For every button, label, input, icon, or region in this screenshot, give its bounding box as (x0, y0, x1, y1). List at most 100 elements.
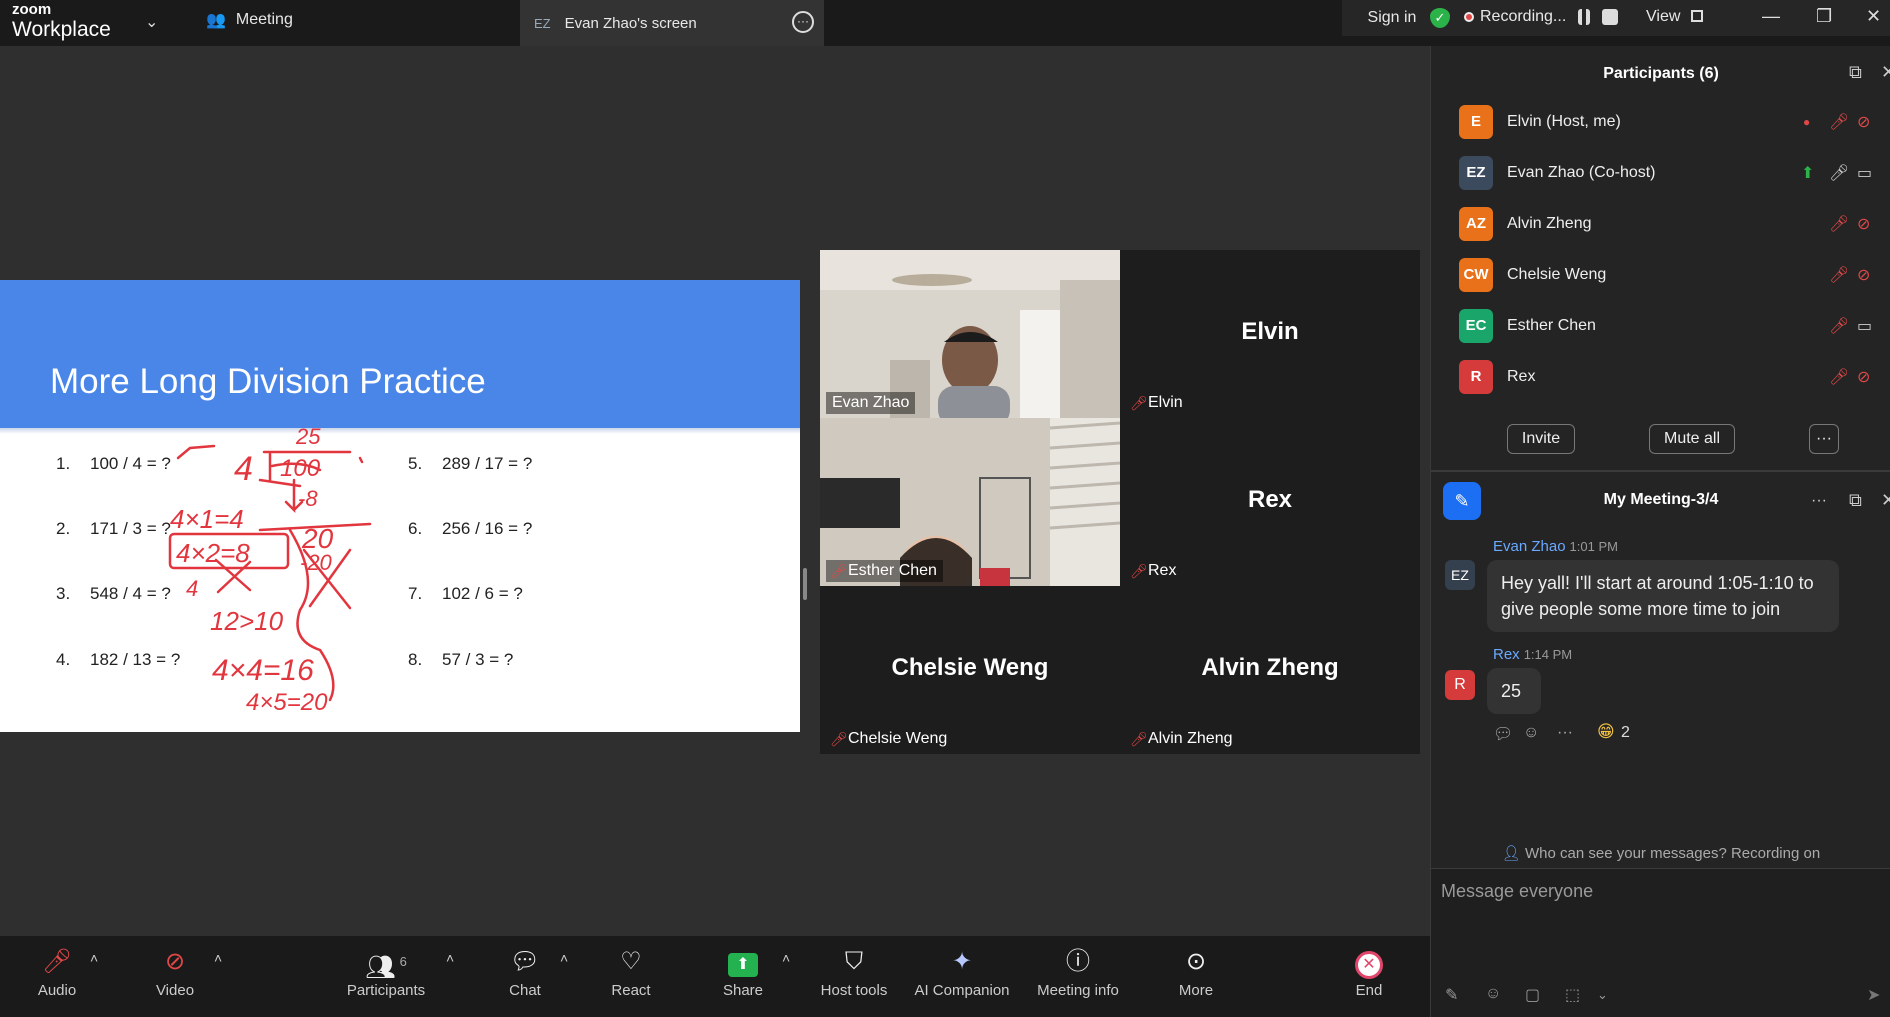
participants-options-caret[interactable]: ˄ (446, 950, 454, 966)
ai-companion-button[interactable]: ✦ AI Companion (910, 944, 1014, 999)
mic-icon[interactable]: 🎤︎ (1829, 163, 1849, 183)
restore-icon[interactable]: ❐ (1816, 6, 1832, 27)
video-tile-elvin[interactable]: Elvin 🎤︎ Elvin (1120, 250, 1420, 418)
people-icon: 👤︎ (1501, 845, 1521, 862)
chat-more-icon[interactable]: ··· (1811, 492, 1827, 510)
file-icon[interactable]: ▢ (1525, 985, 1540, 1005)
message-visibility-notice[interactable]: 👤︎ Who can see your messages? Recording … (1431, 844, 1890, 862)
zoom-logo[interactable]: zoom Workplace (12, 0, 111, 40)
emoji-icon[interactable]: ☺ (1485, 985, 1501, 1003)
video-tile-chelsie-weng[interactable]: Chelsie Weng 🎤︎ Chelsie Weng (820, 586, 1120, 754)
pop-out-icon[interactable]: ⧉ (1849, 62, 1862, 83)
ink-stroke (358, 456, 364, 464)
annotation-ink: 25 4 100 -8 4×1=4 20 4×2=8 -20 4 12>10 4… (168, 424, 372, 716)
participant-row[interactable]: R Rex 🎤︎ ⊘ (1431, 353, 1890, 403)
pause-recording-button[interactable] (1578, 9, 1591, 25)
message-more-icon[interactable]: ··· (1557, 724, 1573, 742)
share-label: Share (722, 982, 764, 999)
react-button[interactable]: ♡ React (606, 944, 656, 999)
video-camera-icon[interactable]: ▭ (1857, 163, 1872, 183)
grin-emoji-icon[interactable]: 😁︎ (1597, 722, 1615, 742)
view-button[interactable]: View (1646, 8, 1703, 26)
minimize-icon[interactable]: — (1762, 6, 1780, 27)
close-panel-icon[interactable]: ✕ (1881, 62, 1890, 83)
participants-button[interactable]: 👥︎ 6 Participants (340, 944, 432, 999)
participant-row[interactable]: CW Chelsie Weng 🎤︎ ⊘ (1431, 251, 1890, 301)
host-tools-button[interactable]: ⛉ Host tools (816, 944, 892, 999)
end-button[interactable]: ✕ End (1344, 944, 1394, 999)
more-options-icon[interactable]: ··· (792, 11, 814, 33)
participant-row[interactable]: AZ Alvin Zheng 🎤︎ ⊘ (1431, 200, 1890, 250)
more-icon: ⊙ (1185, 948, 1207, 975)
meeting-toolbar: 🎤︎ Audio ˄ ⊘ Video ˄ 👥︎ 6 Participants ˄ … (0, 936, 1430, 1017)
video-off-icon[interactable]: ⊘ (1857, 112, 1870, 132)
audio-button[interactable]: 🎤︎ Audio (30, 944, 84, 999)
more-options-button[interactable]: ··· (1809, 424, 1839, 454)
reply-icon[interactable]: 💬︎ (1493, 724, 1513, 744)
video-tile-esther-chen[interactable]: 🎤︎ Esther Chen (820, 418, 1120, 586)
chat-message[interactable]: Hey yall! I'll start at around 1:05-1:10… (1487, 560, 1839, 632)
video-off-icon[interactable]: ⊘ (1857, 265, 1870, 285)
invite-button[interactable]: Invite (1507, 424, 1575, 454)
react-label: React (611, 982, 651, 999)
tile-display-name: Alvin Zheng (1201, 654, 1339, 681)
chat-options-caret[interactable]: ˄ (560, 950, 568, 966)
avatar: R (1445, 670, 1475, 700)
chat-message[interactable]: 25 (1487, 668, 1541, 714)
audio-options-caret[interactable]: ˄ (90, 950, 98, 966)
video-tile-evan-zhao[interactable]: Evan Zhao (820, 250, 1120, 418)
ink-text: 4 (186, 576, 198, 601)
video-tile-rex[interactable]: Rex 🎤︎ Rex (1120, 418, 1420, 586)
video-button[interactable]: ⊘ Video (148, 944, 202, 999)
chevron-down-icon[interactable]: ⌄ (145, 12, 158, 32)
chat-button[interactable]: 💬︎ Chat (500, 944, 550, 999)
add-reaction-icon[interactable]: ☺ (1523, 724, 1539, 742)
muted-mic-icon[interactable]: 🎤︎ (1829, 316, 1849, 336)
participant-name: Chelsie Weng (1507, 266, 1607, 283)
muted-mic-icon[interactable]: 🎤︎ (1829, 367, 1849, 387)
video-off-icon[interactable]: ⊘ (1857, 214, 1870, 234)
mute-all-button[interactable]: Mute all (1649, 424, 1735, 454)
video-options-caret[interactable]: ˄ (214, 950, 222, 966)
tile-name: Elvin (1148, 394, 1183, 411)
participants-count: 6 (399, 954, 407, 969)
close-icon[interactable]: ✕ (1866, 6, 1881, 27)
recording-dot-icon (1464, 12, 1474, 22)
pop-out-icon[interactable]: ⧉ (1849, 490, 1862, 511)
share-button[interactable]: ⬆ Share (716, 944, 770, 999)
ink-text: 4×5=20 (246, 689, 328, 716)
video-off-icon[interactable]: ⊘ (1857, 367, 1870, 387)
screenshot-icon[interactable]: ⬚ (1565, 985, 1580, 1005)
stop-recording-button[interactable] (1602, 9, 1619, 25)
video-tile-alvin-zheng[interactable]: Alvin Zheng 🎤︎ Alvin Zheng (1120, 586, 1420, 754)
participant-row[interactable]: EC Esther Chen 🎤︎ ▭ (1431, 302, 1890, 352)
send-icon[interactable]: ➤ (1867, 985, 1880, 1005)
muted-mic-icon[interactable]: 🎤︎ (1829, 214, 1849, 234)
more-button[interactable]: ⊙ More (1166, 944, 1226, 999)
recording-indicator: Recording... (1464, 8, 1619, 26)
ink-text: 4 (234, 450, 253, 488)
share-options-caret[interactable]: ˄ (782, 950, 790, 966)
chevron-down-icon[interactable]: ⌄ (1597, 987, 1608, 1003)
format-icon[interactable]: ✎ (1445, 985, 1458, 1005)
meeting-info-label: Meeting info (1037, 982, 1119, 999)
muted-mic-icon: 🎤︎ (830, 563, 848, 579)
tile-name-label: 🎤︎ Chelsie Weng (826, 728, 953, 750)
message-input[interactable]: Message everyone ✎ ☺ ▢ ⬚ ⌄ ➤ (1431, 868, 1890, 1017)
sparkle-icon: ✦ (951, 948, 973, 975)
chat-label: Chat (509, 982, 541, 999)
sender-name: Rex (1493, 646, 1520, 663)
meeting-tab[interactable]: 👥 Meeting (206, 10, 293, 30)
avatar: CW (1459, 258, 1493, 292)
muted-mic-icon[interactable]: 🎤︎ (1829, 112, 1849, 132)
ink-text: 4×4=16 (212, 654, 314, 687)
meeting-info-button[interactable]: ⓘ Meeting info (1030, 944, 1126, 999)
splitter-handle[interactable] (803, 568, 807, 600)
video-camera-icon[interactable]: ▭ (1857, 316, 1872, 336)
close-chat-icon[interactable]: ✕ (1881, 490, 1890, 511)
participant-row[interactable]: EZ Evan Zhao (Co-host) ⬆ 🎤︎ ▭ (1431, 149, 1890, 199)
muted-mic-icon[interactable]: 🎤︎ (1829, 265, 1849, 285)
participant-row[interactable]: E Elvin (Host, me) ● 🎤︎ ⊘ (1431, 98, 1890, 148)
sign-in-button[interactable]: Sign in (1342, 0, 1442, 36)
screen-share-tab[interactable]: EZ Evan Zhao's screen ··· (520, 0, 824, 46)
